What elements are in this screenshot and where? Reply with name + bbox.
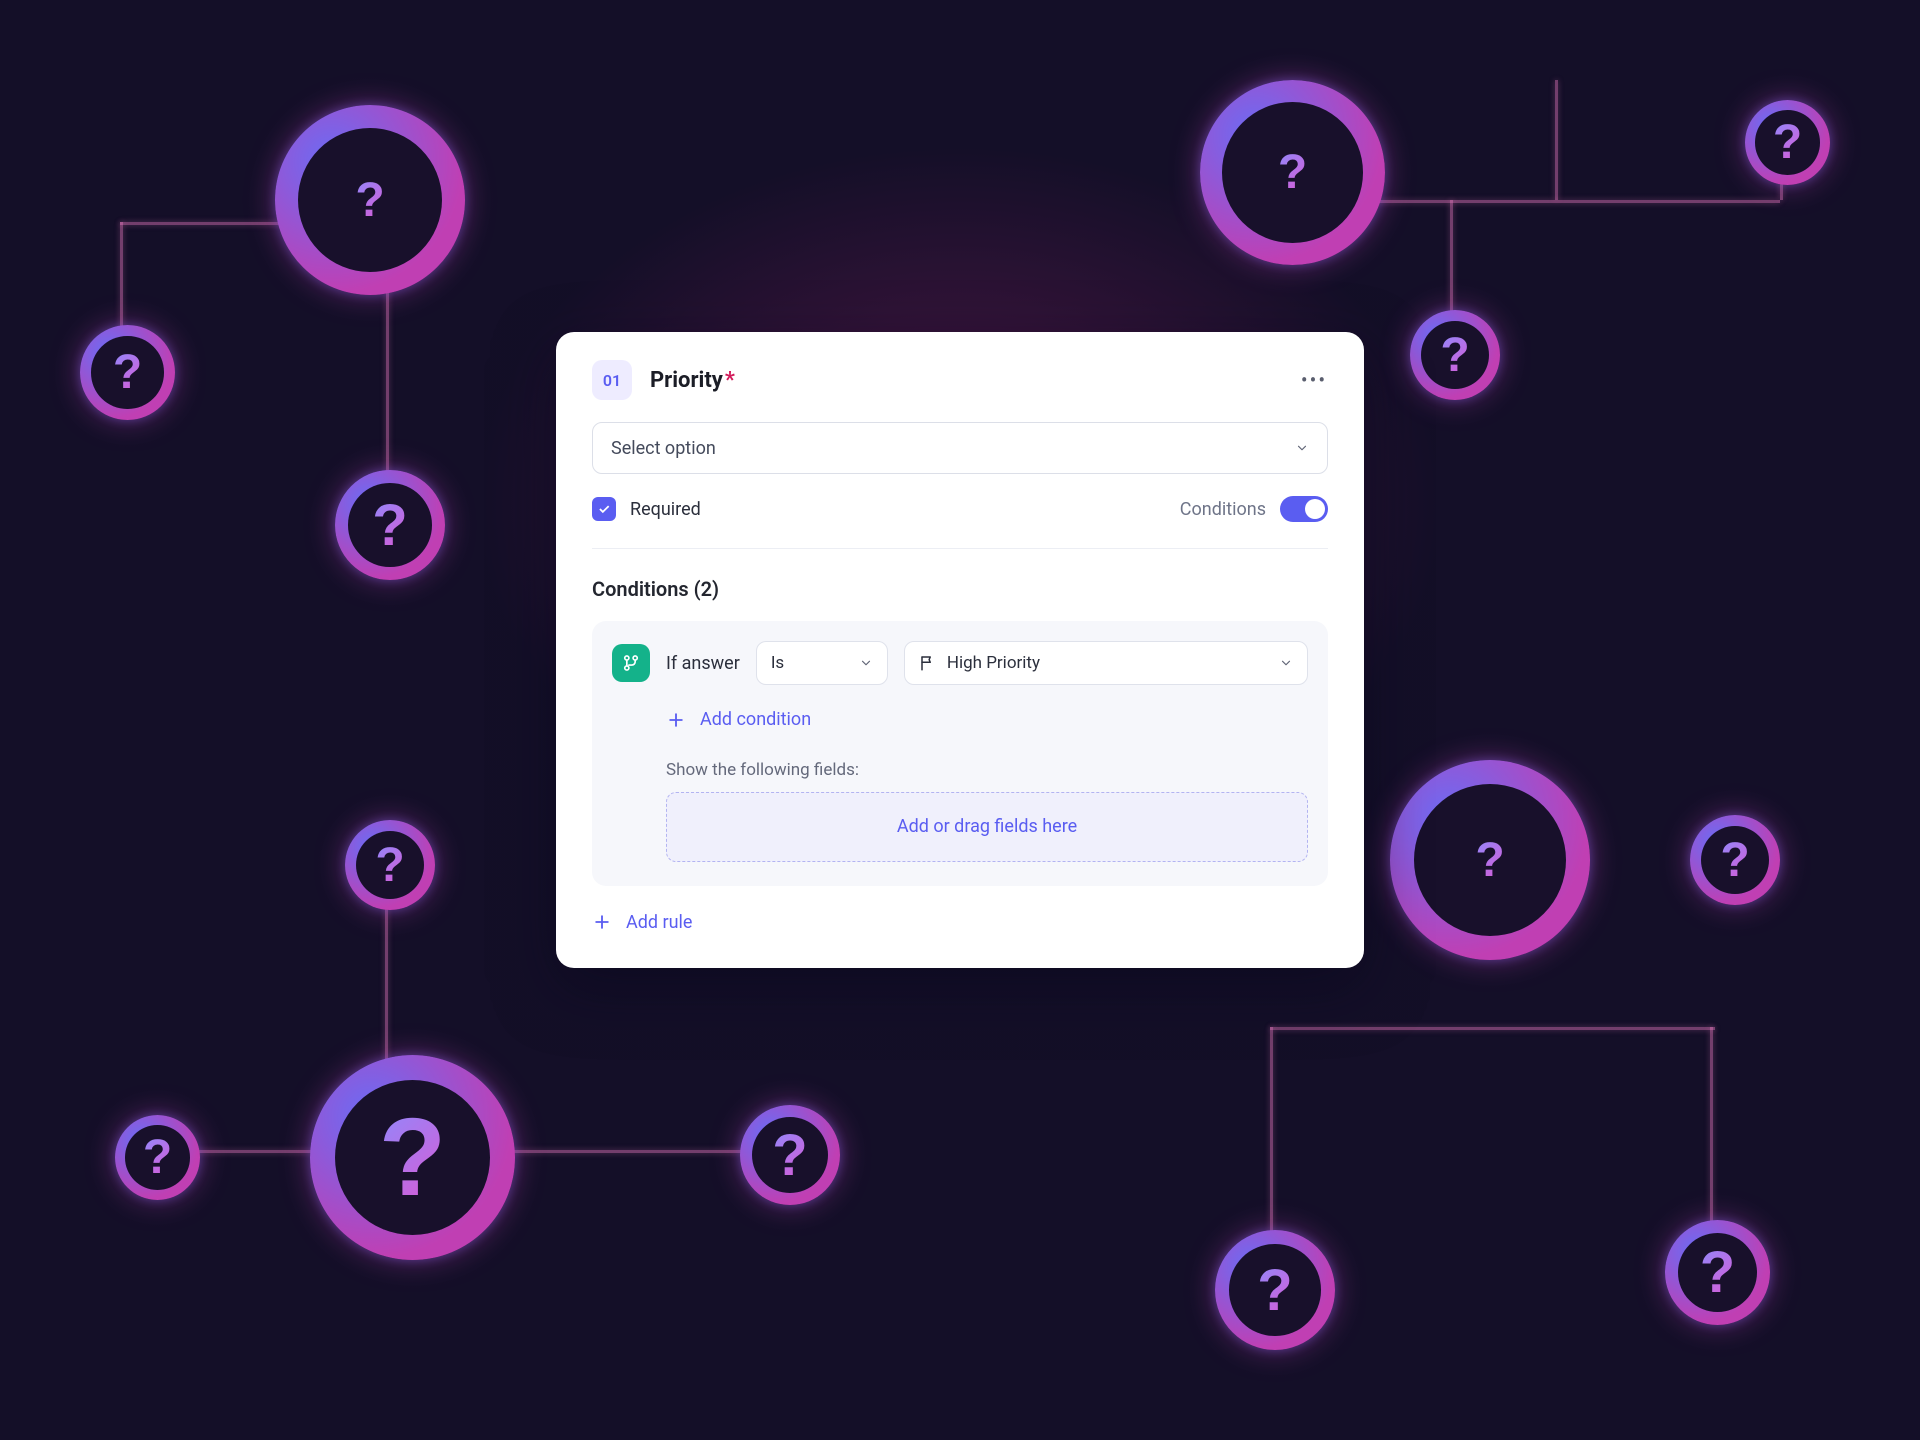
question-title: Priority* xyxy=(650,368,735,393)
required-checkbox[interactable] xyxy=(592,497,616,521)
conditions-heading: Conditions (2) xyxy=(592,577,1328,601)
more-menu-button[interactable]: ••• xyxy=(1300,366,1328,394)
conditions-toggle-label: Conditions xyxy=(1180,499,1266,520)
card-header: 01 Priority* ••• xyxy=(592,360,1328,400)
operator-select[interactable]: Is xyxy=(756,641,888,685)
required-label: Required xyxy=(630,499,701,520)
chevron-down-icon xyxy=(1279,656,1293,670)
plus-icon xyxy=(592,912,612,932)
plus-icon xyxy=(666,710,686,730)
required-conditions-row: Required Conditions xyxy=(592,496,1328,549)
add-rule-label: Add rule xyxy=(626,912,692,933)
add-condition-label: Add condition xyxy=(700,709,811,730)
value-text: High Priority xyxy=(947,653,1040,673)
condition-rule-block: If answer Is High Priority xyxy=(592,621,1328,886)
value-select[interactable]: High Priority xyxy=(904,641,1308,685)
required-asterisk: * xyxy=(725,368,735,393)
question-editor-card: 01 Priority* ••• Select option Required … xyxy=(556,332,1364,968)
dropzone-label: Add or drag fields here xyxy=(897,816,1077,837)
add-condition-button[interactable]: Add condition xyxy=(666,709,811,730)
if-answer-label: If answer xyxy=(666,653,740,674)
operator-value: Is xyxy=(771,653,784,673)
question-number-badge: 01 xyxy=(592,360,632,400)
question-title-text: Priority xyxy=(650,368,723,393)
chevron-down-icon xyxy=(859,656,873,670)
conditions-section: Conditions (2) If answer Is xyxy=(592,549,1328,936)
fields-dropzone[interactable]: Add or drag fields here xyxy=(666,792,1308,862)
chevron-down-icon xyxy=(1295,441,1309,455)
condition-rule-row: If answer Is High Priority xyxy=(612,641,1308,685)
branch-icon xyxy=(612,644,650,682)
option-select[interactable]: Select option xyxy=(592,422,1328,474)
add-rule-button[interactable]: Add rule xyxy=(592,912,692,933)
flag-icon xyxy=(919,654,937,672)
option-select-placeholder: Select option xyxy=(611,438,716,459)
show-fields-label: Show the following fields: xyxy=(666,760,1308,780)
conditions-toggle[interactable] xyxy=(1280,496,1328,522)
